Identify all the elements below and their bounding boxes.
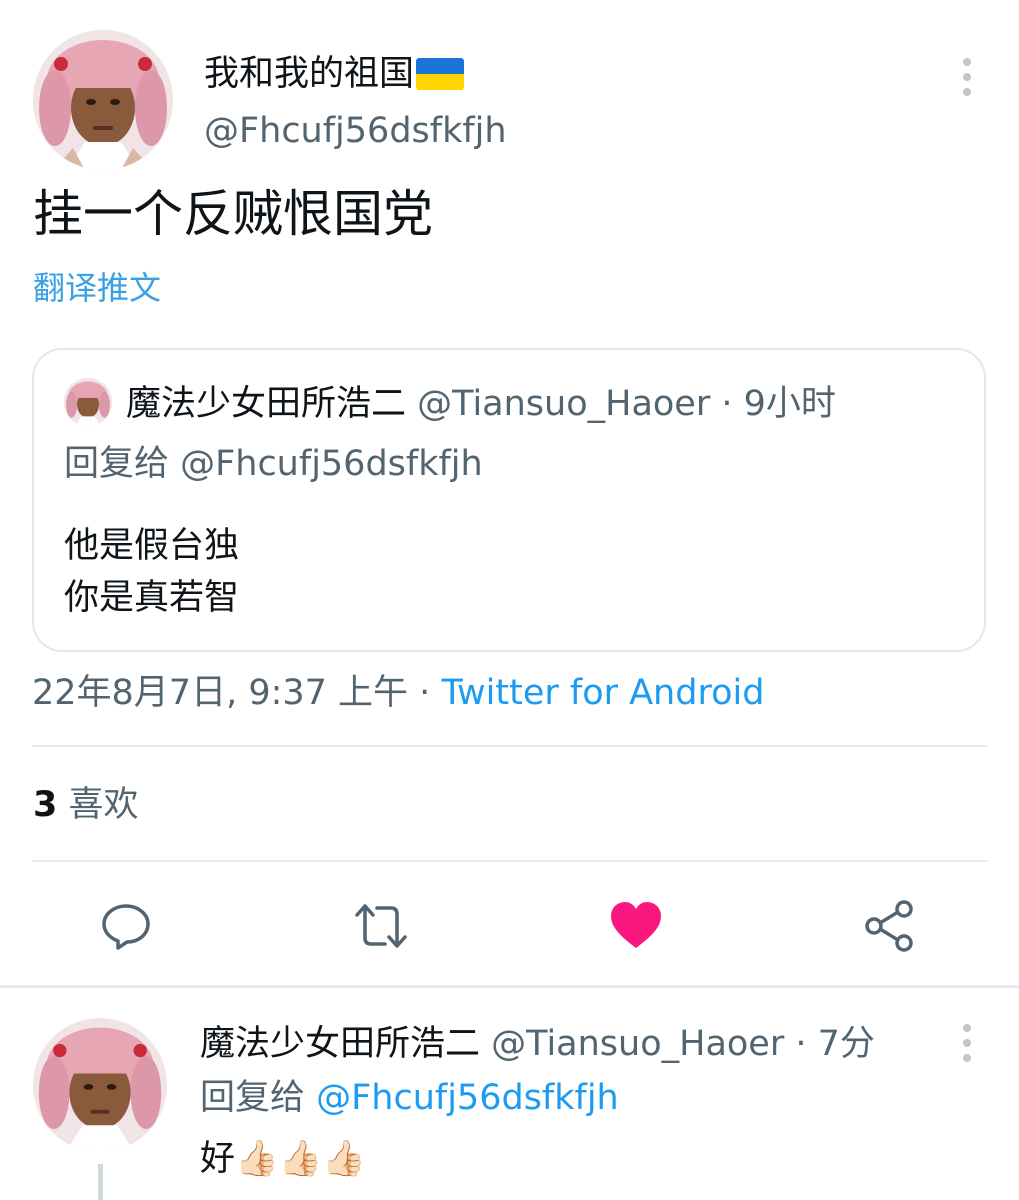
reply-to-prefix: 回复给 [200, 1078, 317, 1118]
quoted-meta: @Tiansuo_Haoer · 9小时 [406, 384, 836, 424]
likes-count: 3 [33, 785, 58, 825]
author-name-text: 我和我的祖国 [204, 54, 415, 94]
reply-display-name[interactable]: 魔法少女田所浩二 [200, 1024, 480, 1064]
likes-label: 喜欢 [68, 785, 139, 825]
meta-separator: · [408, 673, 442, 713]
quoted-avatar-image [64, 378, 112, 426]
reply-text: 好👍🏻👍🏻👍🏻 [200, 1139, 366, 1179]
quoted-reply-to: 回复给 @Fhcufj56dsfkfjh [64, 444, 483, 484]
reply-to-mention[interactable]: @Fhcufj56dsfkfjh [316, 1078, 619, 1118]
quoted-text: 他是假台独 你是真若智 [64, 520, 239, 624]
reply-to-line: 回复给 @Fhcufj56dsfkfjh [200, 1074, 619, 1122]
author-handle[interactable]: @Fhcufj56dsfkfjh [204, 108, 507, 154]
quoted-header: 魔法少女田所浩二 @Tiansuo_Haoer · 9小时 [126, 380, 836, 428]
heart-icon [611, 902, 661, 948]
tweet-detail-page: 我和我的祖国 @Fhcufj56dsfkfjh 挂一个反贼恨国党 翻译推文 魔法… [0, 0, 1019, 1200]
tweet-source-link[interactable]: Twitter for Android [441, 673, 764, 713]
share-button[interactable] [862, 898, 918, 954]
quoted-avatar [64, 378, 112, 426]
section-divider [0, 985, 1019, 988]
avatar[interactable] [33, 30, 173, 170]
ukraine-flag-icon [416, 58, 465, 90]
reply-icon [102, 904, 150, 950]
thread-line [98, 1164, 103, 1200]
avatar-image [33, 30, 173, 170]
like-button[interactable] [608, 898, 664, 954]
tweet-meta: 22年8月7日, 9:37 上午 · Twitter for Android [32, 670, 764, 716]
reply-more-options-icon[interactable] [957, 1024, 977, 1062]
retweet-button[interactable] [353, 898, 409, 954]
share-icon [865, 900, 913, 952]
divider [32, 745, 988, 747]
retweet-icon [355, 904, 407, 948]
likes-stat[interactable]: 3 喜欢 [33, 782, 139, 828]
reply-button[interactable] [98, 898, 154, 954]
tweet-timestamp[interactable]: 22年8月7日, 9:37 上午 [32, 673, 408, 713]
tweet-text: 挂一个反贼恨国党 [33, 185, 433, 243]
quoted-text-line: 你是真若智 [64, 578, 240, 618]
quoted-display-name: 魔法少女田所浩二 [126, 384, 407, 424]
translate-tweet-link[interactable]: 翻译推文 [33, 266, 161, 310]
quoted-text-line: 他是假台独 [64, 526, 240, 566]
author-display-name[interactable]: 我和我的祖国 [204, 50, 465, 98]
reply-header: 魔法少女田所浩二 @Tiansuo_Haoer · 7分 [200, 1020, 875, 1068]
divider [32, 860, 988, 862]
reply-avatar[interactable] [33, 1018, 167, 1152]
reply-meta: @Tiansuo_Haoer · 7分 [480, 1024, 875, 1064]
more-options-icon[interactable] [957, 58, 977, 96]
reply-avatar-image [33, 1018, 167, 1152]
